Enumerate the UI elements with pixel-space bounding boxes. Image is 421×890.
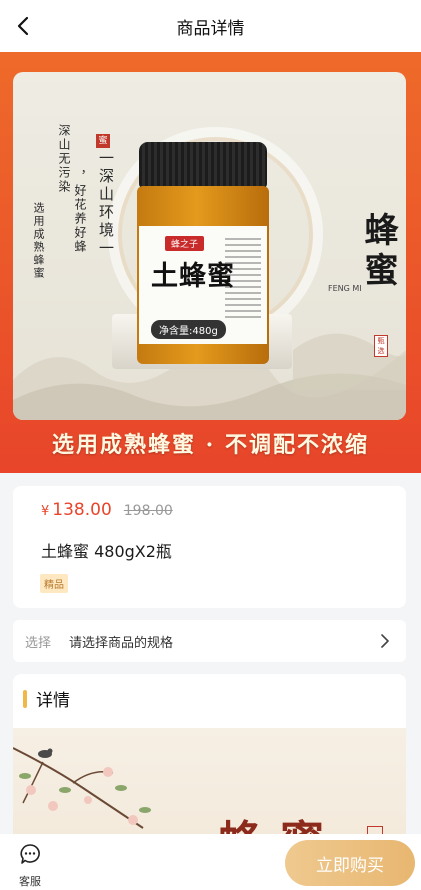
honey-jar	[137, 142, 269, 364]
details-heading: 详情	[36, 691, 70, 711]
hero-select-seal: 甄选	[374, 335, 388, 357]
hero-vertical-text-1: 深山无污染	[57, 124, 71, 194]
page-title: 商品详情	[176, 18, 245, 39]
flower-branch-art	[13, 747, 151, 829]
section-accent-bar	[23, 689, 27, 708]
hero-pinyin-caption: FENG MI	[328, 284, 362, 293]
customer-service-label: 客服	[19, 875, 41, 888]
details-header: 详情	[23, 686, 70, 711]
hero-red-seal: 蜜	[96, 134, 110, 148]
product-title: 土蜂蜜 480gX2瓶	[41, 542, 172, 561]
spec-selector[interactable]: 选择 请选择商品的规格	[13, 620, 406, 662]
bottom-action-bar: 客服 立即购买	[0, 834, 421, 890]
hero-calligraphy-title: 蜂蜜	[358, 212, 398, 292]
product-hero-image[interactable]: 蜂之子 土蜂蜜 净含量:480g 深山无污染 ，好花养好蜂 选用成熟蜂蜜 蜜 一…	[0, 52, 421, 473]
chat-bubble-icon	[20, 844, 40, 864]
price-row: ¥138.00 198.00	[41, 500, 173, 520]
top-nav-bar: 商品详情	[0, 0, 421, 52]
jar-lid	[139, 142, 267, 188]
chevron-left-icon	[17, 16, 29, 36]
current-price: ¥138.00	[41, 500, 112, 520]
hero-vertical-heading: 一深山环境一	[97, 150, 115, 258]
original-price: 198.00	[123, 503, 173, 519]
price-card: ¥138.00 198.00 土蜂蜜 480gX2瓶 精品	[13, 486, 406, 608]
spec-placeholder: 请选择商品的规格	[69, 635, 174, 651]
currency-symbol: ¥	[41, 504, 50, 519]
hero-vertical-text-3: 选用成熟蜂蜜	[32, 202, 45, 280]
hero-slogan-banner: 选用成熟蜂蜜 · 不调配不浓缩	[52, 432, 369, 458]
current-price-value: 138.00	[52, 500, 112, 520]
quality-tag: 精品	[40, 574, 68, 593]
hero-vertical-text-2: ，好花养好蜂	[73, 170, 87, 254]
spec-label: 选择	[25, 635, 52, 651]
chevron-right-icon	[381, 634, 389, 648]
jar-label-fine-print	[225, 238, 261, 318]
customer-service-button[interactable]: 客服	[14, 843, 46, 889]
back-button[interactable]	[8, 11, 38, 41]
buy-now-button[interactable]: 立即购买	[285, 840, 415, 886]
